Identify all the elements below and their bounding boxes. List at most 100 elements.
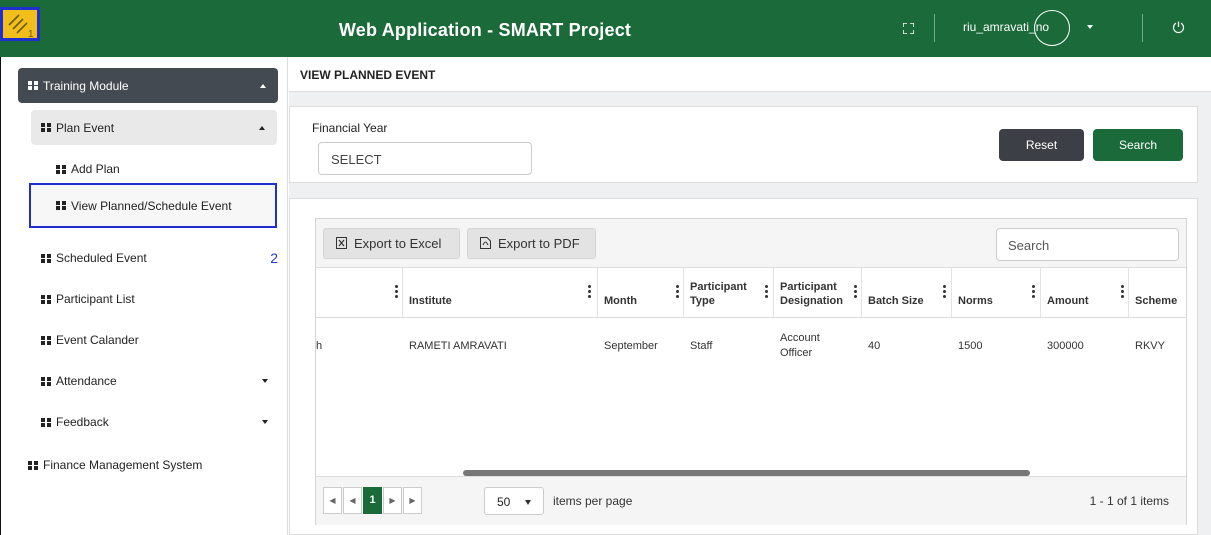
column-header-participant-designation[interactable]: Participant Designation — [773, 268, 861, 318]
excel-file-icon — [336, 237, 347, 249]
grid-pager: ◀ ◀ 1 ▶ ▶ 50 items per page 1 - 1 of 1 i… — [316, 476, 1186, 525]
sidebar-item-label: Training Module — [43, 78, 129, 93]
main-content: VIEW PLANNED EVENT Financial Year SELECT… — [289, 57, 1211, 535]
column-label: Amount — [1047, 295, 1089, 307]
table-cell: 1500 — [958, 339, 983, 352]
column-header-batch-size[interactable]: Batch Size — [861, 268, 951, 318]
column-label: Month — [604, 295, 637, 307]
export-pdf-button[interactable]: Export to PDF — [467, 228, 596, 259]
last-page-icon[interactable]: ▶ — [403, 487, 422, 514]
column-label: Norms — [958, 295, 993, 307]
prev-page-icon[interactable]: ◀ — [343, 487, 362, 514]
grid-icon — [41, 294, 51, 304]
sidebar-item-training-module[interactable]: Training Module — [18, 68, 278, 103]
column-menu-icon[interactable] — [1121, 285, 1124, 300]
user-avatar[interactable] — [1034, 10, 1070, 46]
grid-header: Institute Month Participant Type Particip… — [316, 268, 1186, 318]
first-page-icon[interactable]: ◀ — [323, 487, 342, 514]
table-cell: 300000 — [1047, 339, 1084, 352]
column-menu-icon[interactable] — [588, 285, 591, 300]
fullscreen-icon[interactable] — [903, 23, 914, 34]
column-label: Participant Designation — [780, 280, 843, 308]
column-label: Batch Size — [868, 295, 924, 307]
column-label-line: Designation — [780, 295, 843, 307]
sidebar-item-plan-event[interactable]: Plan Event — [31, 110, 277, 145]
column-header-hidden[interactable] — [316, 268, 402, 318]
table-cell: h — [316, 339, 323, 352]
table-cell: Account Officer — [773, 319, 861, 373]
sidebar-item-label: Plan Event — [56, 120, 115, 135]
sidebar-item-finance[interactable]: Finance Management System — [28, 458, 202, 472]
financial-year-label: Financial Year — [312, 121, 388, 135]
sidebar-item-add-plan[interactable]: Add Plan — [56, 162, 120, 176]
current-page-button[interactable]: 1 — [363, 487, 382, 514]
items-per-page-label: items per page — [553, 494, 633, 508]
top-header-bar: 1 Web Application - SMART Project riu_am… — [0, 0, 1211, 57]
sidebar-item-label: Event Calander — [56, 333, 139, 347]
column-menu-icon[interactable] — [854, 285, 857, 300]
sidebar-item-scheduled-event[interactable]: Scheduled Event 2 — [41, 250, 278, 266]
grid-icon — [41, 376, 51, 386]
grid-icon — [41, 123, 51, 132]
chevron-down-icon — [525, 500, 531, 505]
sidebar: Training Module Plan Event Add Plan View… — [0, 57, 288, 535]
app-window: 1 Web Application - SMART Project riu_am… — [0, 0, 1211, 535]
next-page-icon[interactable]: ▶ — [383, 487, 402, 514]
app-title: Web Application - SMART Project — [338, 20, 632, 40]
table-cell: September — [604, 339, 658, 352]
power-icon[interactable] — [1172, 21, 1185, 34]
pager-info: 1 - 1 of 1 items — [1089, 494, 1169, 508]
sidebar-item-view-planned[interactable]: View Planned/Schedule Event — [29, 183, 277, 228]
export-excel-label: Export to Excel — [354, 236, 442, 251]
column-header-participant-type[interactable]: Participant Type — [683, 268, 773, 318]
financial-year-select[interactable]: SELECT — [318, 142, 532, 175]
table-cell: RKVY — [1135, 339, 1165, 352]
export-excel-button[interactable]: Export to Excel — [323, 228, 460, 259]
grid-icon — [56, 201, 66, 210]
filter-panel: Financial Year SELECT Reset Search — [289, 106, 1198, 183]
page-title: VIEW PLANNED EVENT — [289, 57, 1211, 92]
scheduled-count-badge: 2 — [270, 250, 278, 266]
column-label-line: Participant — [780, 281, 837, 293]
table-cell: Staff — [690, 339, 713, 352]
column-menu-icon[interactable] — [676, 285, 679, 300]
column-header-norms[interactable]: Norms — [951, 268, 1040, 318]
table-cell-line: Officer — [780, 347, 813, 359]
sidebar-item-label: Scheduled Event — [56, 251, 147, 265]
page-size-select[interactable]: 50 — [484, 487, 544, 515]
column-header-scheme[interactable]: Scheme — [1128, 268, 1186, 318]
chevron-up-icon — [260, 84, 266, 88]
column-menu-icon[interactable] — [1032, 285, 1035, 300]
chevron-up-icon — [259, 126, 265, 130]
pdf-file-icon — [480, 237, 491, 249]
column-menu-icon[interactable] — [943, 285, 946, 300]
sidebar-item-participant-list[interactable]: Participant List — [41, 292, 135, 306]
results-panel: Export to Excel Export to PDF Search Ins… — [289, 198, 1198, 535]
export-pdf-label: Export to PDF — [498, 236, 580, 251]
grid-icon — [28, 460, 38, 470]
column-label: Scheme — [1135, 295, 1178, 307]
sidebar-item-label: Feedback — [56, 415, 109, 429]
chevron-down-icon[interactable] — [1087, 25, 1093, 29]
column-header-month[interactable]: Month — [597, 268, 683, 318]
column-header-institute[interactable]: Institute — [402, 268, 597, 318]
grid-icon — [41, 253, 51, 263]
table-cell: RAMETI AMRAVATI — [409, 339, 507, 352]
search-button[interactable]: Search — [1093, 129, 1183, 161]
reset-button[interactable]: Reset — [999, 129, 1084, 161]
sidebar-item-event-calander[interactable]: Event Calander — [41, 333, 139, 347]
sidebar-item-attendance[interactable]: Attendance — [41, 374, 268, 388]
column-menu-icon[interactable] — [395, 285, 398, 300]
sidebar-item-feedback[interactable]: Feedback — [41, 415, 268, 429]
sidebar-item-label: Add Plan — [71, 162, 120, 176]
grid-search-input[interactable]: Search — [996, 228, 1179, 261]
table-row[interactable]: h RAMETI AMRAVATI September Staff Accoun… — [316, 319, 1186, 373]
sidebar-item-label: Finance Management System — [43, 458, 203, 472]
sidebar-item-label: Participant List — [56, 292, 135, 306]
column-header-amount[interactable]: Amount — [1040, 268, 1128, 318]
events-grid: Export to Excel Export to PDF Search Ins… — [315, 218, 1187, 525]
grid-icon — [41, 417, 51, 427]
column-menu-icon[interactable] — [765, 285, 768, 300]
chevron-down-icon — [262, 379, 268, 383]
sidebar-item-label: Attendance — [56, 374, 117, 388]
